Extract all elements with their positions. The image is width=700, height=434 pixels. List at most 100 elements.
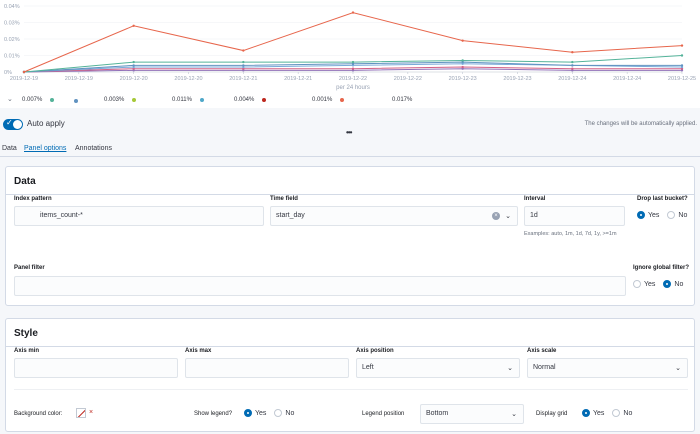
drop-last-yes-radio[interactable]: [637, 211, 645, 219]
background-color-swatch[interactable]: [76, 408, 86, 418]
display-grid-no-radio[interactable]: [612, 409, 621, 417]
x-tick-label: 2019-12-22: [394, 76, 422, 82]
axis-position-value: Left: [362, 364, 374, 371]
axis-min-label: Axis min: [14, 348, 40, 354]
line-chart: 0% 0.01% 0.02% 0.03% 0.04% 2019-12-19 2019-12-…: [0, 0, 700, 92]
clear-icon[interactable]: ×: [492, 212, 500, 220]
legend-color-dot: [50, 98, 55, 102]
x-tick-label: 2019-12-22: [339, 76, 367, 82]
x-axis-label: per 24 hours: [336, 85, 370, 91]
index-pattern-input[interactable]: items_count-*: [14, 206, 264, 226]
background-color-label: Background color:: [14, 411, 63, 417]
legend-value: 0.001%: [312, 97, 333, 103]
x-tick-label: 2019-12-21: [229, 76, 257, 82]
no-label: No: [674, 280, 684, 288]
ignore-global-filter-label: Ignore global filter?: [633, 265, 690, 271]
ignore-global-no-radio[interactable]: [663, 280, 672, 288]
drop-last-no-radio[interactable]: [667, 211, 676, 219]
legend-item[interactable]: 0.017%: [392, 97, 420, 103]
chart-legend: ⌄ 0.007% 0.003% 0.011% 0.004% 0.001% 0.0…: [0, 92, 700, 108]
tab-annotations[interactable]: Annotations: [75, 145, 112, 152]
show-legend-yes-radio[interactable]: [244, 409, 252, 417]
x-tick-label: 2019-12-21: [284, 76, 312, 82]
yes-label: Yes: [644, 280, 656, 288]
editor-tabs: Data Panel options Annotations: [0, 141, 700, 157]
axis-position-select[interactable]: Left ⌄: [356, 358, 520, 378]
show-legend-label: Show legend?: [194, 411, 233, 417]
yes-label: Yes: [648, 211, 660, 219]
y-tick-label: 0.02%: [4, 37, 20, 43]
x-tick-label: 2019-12-19: [10, 76, 38, 82]
legend-item[interactable]: 0.003%: [104, 97, 137, 103]
axis-max-input[interactable]: [185, 358, 349, 378]
ignore-global-filter-radios: Yes No: [633, 280, 683, 288]
interval-help: Examples: auto, 1m, 1d, 7d, 1y, >=1m: [524, 231, 617, 237]
legend-item[interactable]: 0.004%: [234, 97, 267, 103]
yes-label: Yes: [255, 409, 267, 417]
data-point: [571, 64, 574, 67]
drop-last-bucket-label: Drop last bucket?: [637, 196, 688, 202]
x-tick-label: 2019-12-23: [449, 76, 477, 82]
auto-apply-toggle[interactable]: ✓: [3, 118, 23, 130]
axis-min-input[interactable]: [14, 358, 178, 378]
interval-input[interactable]: 1d: [524, 206, 625, 226]
axis-scale-select[interactable]: Normal ⌄: [527, 358, 688, 378]
chevron-down-icon[interactable]: ⌄: [7, 95, 13, 103]
axis-scale-value: Normal: [533, 364, 556, 371]
resize-handle-icon[interactable]: •••: [346, 128, 352, 137]
x-tick-label: 2019-12-23: [503, 76, 531, 82]
data-point: [680, 54, 684, 57]
time-field-select[interactable]: start_day × ⌄: [270, 206, 518, 226]
tab-panel-options[interactable]: Panel options: [24, 145, 66, 152]
time-field-label: Time field: [270, 196, 298, 202]
clear-color-icon[interactable]: ×: [89, 409, 93, 416]
legend-color-dot: [262, 98, 267, 102]
data-point: [242, 64, 245, 67]
x-tick-label: 2019-12-25: [668, 76, 696, 82]
panel-title: Style: [14, 328, 38, 339]
divider: [14, 389, 688, 390]
data-panel: Data Index pattern items_count-* Time fi…: [5, 166, 695, 306]
check-icon: ✓: [6, 118, 13, 127]
style-panel: Style Axis min Axis max Axis position Le…: [5, 318, 695, 432]
axis-max-label: Axis max: [185, 348, 212, 354]
chart-svg: 0%0.01%0.02%0.03%0.04%2019-12-19 2019-12-…: [4, 4, 696, 91]
legend-position-value: Bottom: [426, 410, 449, 417]
index-pattern-label: Index pattern: [14, 196, 52, 202]
no-label: No: [623, 409, 633, 417]
y-tick-label: 0.04%: [4, 4, 20, 10]
legend-item[interactable]: 0.007%: [22, 97, 55, 103]
data-point: [461, 39, 464, 42]
panel-title: Data: [14, 176, 36, 187]
legend-value: 0.004%: [234, 97, 255, 103]
x-tick-label: 2019-12-20: [174, 76, 202, 82]
auto-apply-label: Auto apply: [27, 119, 65, 128]
data-point: [351, 11, 355, 14]
legend-position-label: Legend position: [362, 411, 405, 417]
data-point: [242, 49, 245, 52]
y-tick-label: 0.03%: [4, 21, 20, 27]
display-grid-yes-radio[interactable]: [582, 409, 590, 417]
legend-item[interactable]: 0.011%: [172, 97, 204, 103]
x-tick-label: 2019-12-20: [120, 76, 148, 82]
tab-data[interactable]: Data: [2, 145, 17, 152]
legend-value: 0.007%: [22, 97, 43, 103]
data-point: [571, 51, 574, 54]
show-legend-no-radio[interactable]: [274, 409, 283, 417]
data-point: [242, 60, 245, 64]
time-field-value: start_day: [276, 212, 305, 219]
legend-position-select[interactable]: Bottom ⌄: [420, 404, 524, 424]
data-point: [461, 59, 464, 62]
legend-color-dot: [74, 99, 78, 103]
panel-filter-label: Panel filter: [14, 265, 45, 271]
legend-color-dot: [340, 98, 345, 102]
x-tick-label: 2019-12-24: [558, 76, 586, 82]
legend-value: 0.011%: [172, 97, 192, 103]
chevron-down-icon: ⌄: [505, 213, 511, 220]
axis-position-label: Axis position: [356, 348, 394, 354]
interval-label: Interval: [524, 196, 546, 202]
legend-item[interactable]: 0.001%: [312, 97, 345, 103]
ignore-global-yes-radio[interactable]: [633, 280, 641, 288]
visualization-editor: 0% 0.01% 0.02% 0.03% 0.04% 2019-12-19 2019-12-…: [0, 0, 700, 434]
panel-filter-input[interactable]: [14, 276, 626, 296]
